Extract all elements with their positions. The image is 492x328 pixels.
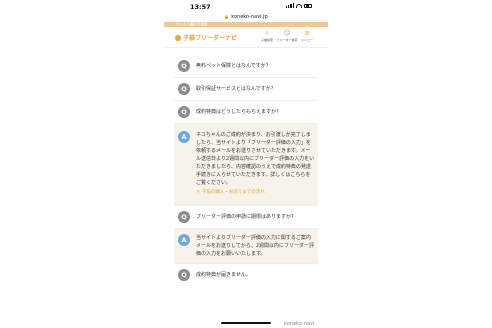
faq-answer: A ネコちゃんのご成約が決まり、お引渡しが完了しましたら、当サイトより「ブリーダ… bbox=[174, 124, 318, 206]
question-text: 成約特典はどうしたらもらえますか？ bbox=[196, 109, 282, 115]
faq-question[interactable]: Q ブリーダー評価の申請に期限はありますか？ bbox=[174, 206, 318, 229]
answer-text: 当サイトよりブリーダー評価の入力に関するご案内メールをお送りしてから、2週間以内… bbox=[196, 235, 315, 257]
question-badge: Q bbox=[178, 83, 190, 95]
home-indicator[interactable] bbox=[221, 322, 271, 324]
lock-icon: 🔒 bbox=[224, 14, 230, 19]
faq-question[interactable]: Q 成約特典はどうしたらもらえますか？ bbox=[174, 101, 318, 124]
logo-text: 子猫ブリーダーナビ bbox=[183, 35, 238, 42]
answer-text: ネコちゃんのご成約が決まり、お引渡しが完了しましたら、当サイトより「ブリーダー評… bbox=[196, 131, 315, 197]
answer-badge: A bbox=[178, 234, 190, 246]
status-time: 13:57 bbox=[190, 3, 211, 11]
paw-icon bbox=[175, 34, 181, 41]
nav-menu[interactable]: ≡ メニュー bbox=[299, 29, 315, 43]
answer-body: ネコちゃんのご成約が決まり、お引渡しが完了しましたら、当サイトより「ブリーダー評… bbox=[196, 132, 315, 186]
nav-label: 子猫検索 bbox=[260, 38, 273, 42]
header-nav: ⌕ 子猫検索 ☺ ブリーダー検索 ≡ メニュー bbox=[259, 29, 315, 43]
menu-icon: ≡ bbox=[304, 29, 310, 37]
question-badge: Q bbox=[178, 60, 190, 72]
nav-label: ブリーダー検索 bbox=[276, 38, 298, 42]
battery-icon bbox=[304, 3, 312, 8]
question-badge: Q bbox=[178, 269, 190, 281]
site-logo[interactable]: 子猫ブリーダーナビ bbox=[175, 33, 237, 42]
question-text: ブリーダー評価の申請に期限はありますか？ bbox=[196, 214, 297, 220]
question-text: 成約特典が届きません。 bbox=[196, 272, 251, 278]
faq-question[interactable]: Q 成約特典が届きません。 bbox=[174, 264, 318, 286]
paw-search-icon: ⌕ bbox=[265, 29, 269, 37]
url-text: koneko-navi.jp bbox=[231, 14, 268, 20]
footer-url: koneko-navi bbox=[284, 321, 315, 327]
breeder-icon: ☺ bbox=[283, 29, 291, 37]
faq-question[interactable]: Q 取引保証サービスとはなんですか？ bbox=[174, 78, 318, 101]
nav-label: メニュー bbox=[300, 38, 313, 42]
wifi-icon bbox=[296, 3, 302, 8]
question-badge: Q bbox=[178, 106, 190, 118]
signal-icon bbox=[285, 3, 294, 8]
address-bar[interactable]: 🔒 koneko-navi.jp bbox=[164, 12, 328, 21]
answer-badge: A bbox=[178, 131, 190, 143]
question-text: 無料ペット保険とはなんですか？ bbox=[196, 63, 271, 69]
question-badge: Q bbox=[178, 211, 190, 223]
question-text: 取引保証サービスとはなんですか？ bbox=[196, 86, 276, 92]
nav-kitten-search[interactable]: ⌕ 子猫検索 bbox=[259, 29, 275, 43]
nav-breeder-search[interactable]: ☺ ブリーダー検索 bbox=[276, 29, 298, 43]
phone-screen: 13:57 🔒 koneko-navi.jp ペットと暮らす家族 子猫ブリーダーナ… bbox=[164, 0, 328, 328]
faq-answer: A 当サイトよりブリーダー評価の入力に関するご案内メールをお送りしてから、2週間… bbox=[174, 229, 318, 264]
faq-list: Q 無料ペット保険とはなんですか？ Q 取引保証サービスとはなんですか？ Q 成… bbox=[174, 55, 318, 286]
status-icons bbox=[285, 3, 312, 8]
faq-question[interactable]: Q 無料ペット保険とはなんですか？ bbox=[174, 55, 318, 78]
status-bar: 13:57 bbox=[164, 0, 328, 12]
answer-link[interactable]: ＊ 子猫の購入・お迎えまでの流れ bbox=[196, 189, 315, 197]
answer-link-text[interactable]: 子猫の購入・お迎えまでの流れ bbox=[202, 190, 265, 195]
site-header: 子猫ブリーダーナビ ⌕ 子猫検索 ☺ ブリーダー検索 ≡ メニュー bbox=[164, 27, 328, 48]
